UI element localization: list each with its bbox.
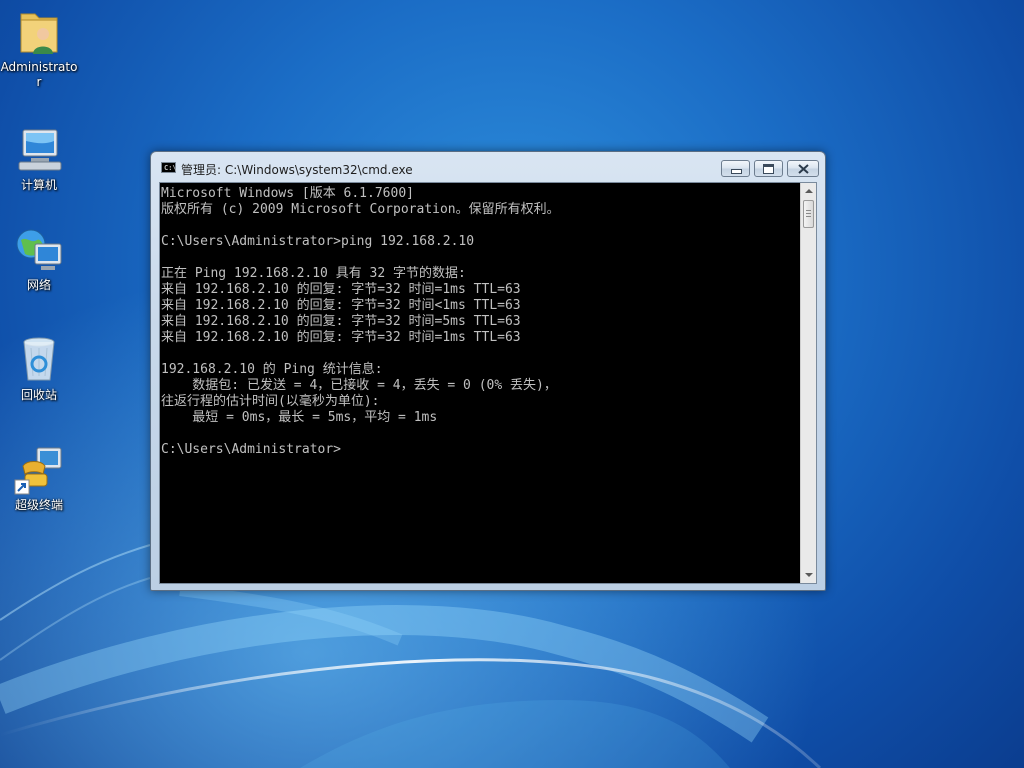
- close-icon: [798, 164, 809, 174]
- desktop-icon-administrator[interactable]: Administrator: [0, 6, 78, 90]
- desktop-icon-hyperterminal[interactable]: 超级终端: [0, 444, 78, 513]
- computer-icon: [18, 129, 62, 171]
- window-titlebar[interactable]: C:\ 管理员: C:\Windows\system32\cmd.exe: [151, 152, 825, 182]
- close-button[interactable]: [787, 160, 819, 177]
- desktop-icon-label: 回收站: [20, 388, 57, 402]
- console-line: 往返行程的估计时间(以毫秒为单位):: [161, 394, 380, 409]
- console-line: 192.168.2.10 的 Ping 统计信息:: [161, 362, 383, 377]
- console-line: 最短 = 0ms，最长 = 5ms，平均 = 1ms: [161, 410, 438, 425]
- cmd-window[interactable]: C:\ 管理员: C:\Windows\system32\cmd.exe Mic…: [150, 151, 826, 591]
- maximize-button[interactable]: [754, 160, 783, 177]
- vertical-scrollbar[interactable]: [800, 183, 816, 583]
- hyperterminal-shortcut-icon: [14, 447, 62, 495]
- console-line: 来自 192.168.2.10 的回复: 字节=32 时间=1ms TTL=63: [161, 330, 521, 345]
- console-line: Microsoft Windows [版本 6.1.7600]: [161, 186, 414, 201]
- console-line: C:\Users\Administrator>ping 192.168.2.10: [161, 234, 475, 249]
- recycle-bin-icon: [23, 337, 55, 381]
- window-title: 管理员: C:\Windows\system32\cmd.exe: [181, 163, 413, 177]
- desktop-icon-recycle-bin[interactable]: 回收站: [0, 334, 78, 403]
- user-folder-icon: [20, 13, 58, 54]
- console-line: 来自 192.168.2.10 的回复: 字节=32 时间<1ms TTL=63: [161, 298, 521, 313]
- console-line: 版权所有 (c) 2009 Microsoft Corporation。保留所有…: [161, 202, 560, 217]
- minimize-button[interactable]: [721, 160, 750, 177]
- console-line: C:\Users\Administrator>: [161, 442, 342, 457]
- desktop-icon-network[interactable]: 网络: [0, 224, 78, 293]
- console-line: 数据包: 已发送 = 4，已接收 = 4，丢失 = 0 (0% 丢失)，: [161, 378, 557, 393]
- scrollbar-thumb[interactable]: [803, 200, 814, 228]
- cmd-icon: C:\: [161, 162, 177, 173]
- console-area[interactable]: Microsoft Windows [版本 6.1.7600] 版权所有 (c) …: [159, 182, 817, 584]
- network-icon: [16, 229, 62, 270]
- desktop-icon-computer[interactable]: 计算机: [0, 124, 78, 193]
- console-line: 正在 Ping 192.168.2.10 具有 32 字节的数据:: [161, 266, 466, 281]
- console-line: 来自 192.168.2.10 的回复: 字节=32 时间=1ms TTL=63: [161, 282, 521, 297]
- scroll-down-arrow-icon[interactable]: [801, 567, 817, 583]
- desktop-icon-label: Administrator: [0, 60, 78, 89]
- scroll-up-arrow-icon[interactable]: [801, 183, 817, 199]
- desktop-icon-label: 超级终端: [14, 498, 63, 512]
- desktop-icon-label: 网络: [26, 278, 51, 292]
- console-line: 来自 192.168.2.10 的回复: 字节=32 时间=5ms TTL=63: [161, 314, 521, 329]
- console-output[interactable]: Microsoft Windows [版本 6.1.7600] 版权所有 (c) …: [161, 186, 801, 582]
- desktop-icon-label: 计算机: [20, 178, 57, 192]
